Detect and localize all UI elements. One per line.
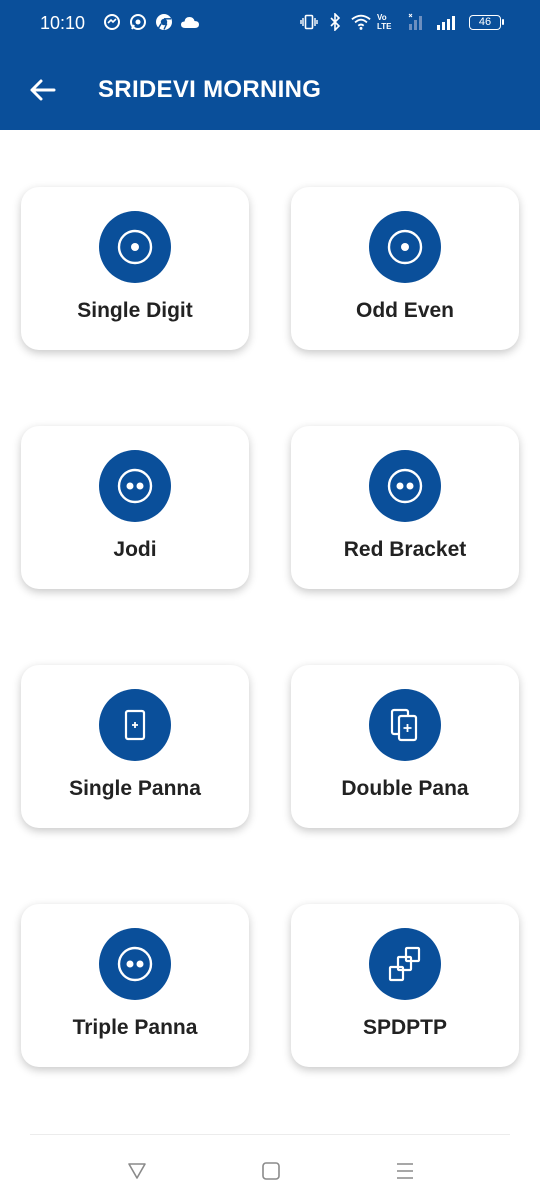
game-type-grid: Single Digit Odd Even Jodi Red Bracket S… — [21, 187, 519, 1067]
card-plus-icon — [99, 689, 171, 761]
game-card-label: Single Panna — [69, 777, 201, 800]
game-card-label: SPDPTP — [362, 1016, 448, 1039]
nav-home-button[interactable] — [256, 1158, 286, 1184]
game-card-single-panna[interactable]: Single Panna — [21, 665, 249, 828]
double-dot-icon — [369, 450, 441, 522]
nav-back-button[interactable] — [122, 1158, 152, 1184]
wifi-icon — [351, 12, 371, 32]
whatsapp-icon — [128, 12, 148, 32]
vibrate-icon — [299, 12, 319, 32]
chrome-icon — [154, 12, 174, 32]
divider — [30, 1134, 510, 1135]
back-triangle-icon — [128, 1163, 146, 1179]
home-square-icon — [262, 1162, 280, 1180]
menu-lines-icon — [397, 1163, 413, 1179]
game-card-jodi[interactable]: Jodi — [21, 426, 249, 589]
notification-icons — [102, 12, 200, 32]
page-title: SRIDEVI MORNING — [98, 76, 322, 103]
game-card-red-bracket[interactable]: Red Bracket — [291, 426, 519, 589]
game-card-label: Red Bracket — [343, 538, 467, 561]
game-card-single-digit[interactable]: Single Digit — [21, 187, 249, 350]
game-card-spdptp[interactable]: SPDPTP — [291, 904, 519, 1067]
game-card-label: Jodi — [113, 538, 157, 561]
back-button[interactable] — [24, 72, 60, 108]
single-dot-icon — [369, 211, 441, 283]
battery-indicator: 46 — [469, 14, 504, 30]
nav-recents-button[interactable] — [390, 1158, 420, 1184]
battery-level: 46 — [469, 14, 501, 30]
arrow-left-icon — [30, 79, 56, 101]
game-card-triple-panna[interactable]: Triple Panna — [21, 904, 249, 1067]
status-bar: 10:10 Vo LTE 46 — [0, 0, 540, 48]
game-card-label: Single Digit — [77, 299, 193, 322]
double-dot-icon — [99, 450, 171, 522]
signal-icon — [407, 12, 463, 32]
system-nav-bar — [0, 1140, 540, 1204]
game-card-double-pana[interactable]: Double Pana — [291, 665, 519, 828]
game-card-label: Triple Panna — [72, 1016, 198, 1039]
cloud-icon — [180, 12, 200, 32]
linked-squares-icon — [369, 928, 441, 1000]
system-icons: Vo LTE 46 — [299, 12, 504, 32]
single-dot-icon — [99, 211, 171, 283]
game-card-label: Double Pana — [341, 777, 469, 800]
top-bar: 10:10 Vo LTE 46 SRIDEVI MORNING — [0, 0, 540, 130]
game-card-odd-even[interactable]: Odd Even — [291, 187, 519, 350]
volte-icon: Vo LTE — [377, 13, 392, 31]
status-time: 10:10 — [40, 13, 86, 33]
double-dot-icon — [99, 928, 171, 1000]
bluetooth-icon — [325, 12, 345, 32]
double-card-plus-icon — [369, 689, 441, 761]
messenger-icon — [102, 12, 122, 32]
game-card-label: Odd Even — [355, 299, 455, 322]
